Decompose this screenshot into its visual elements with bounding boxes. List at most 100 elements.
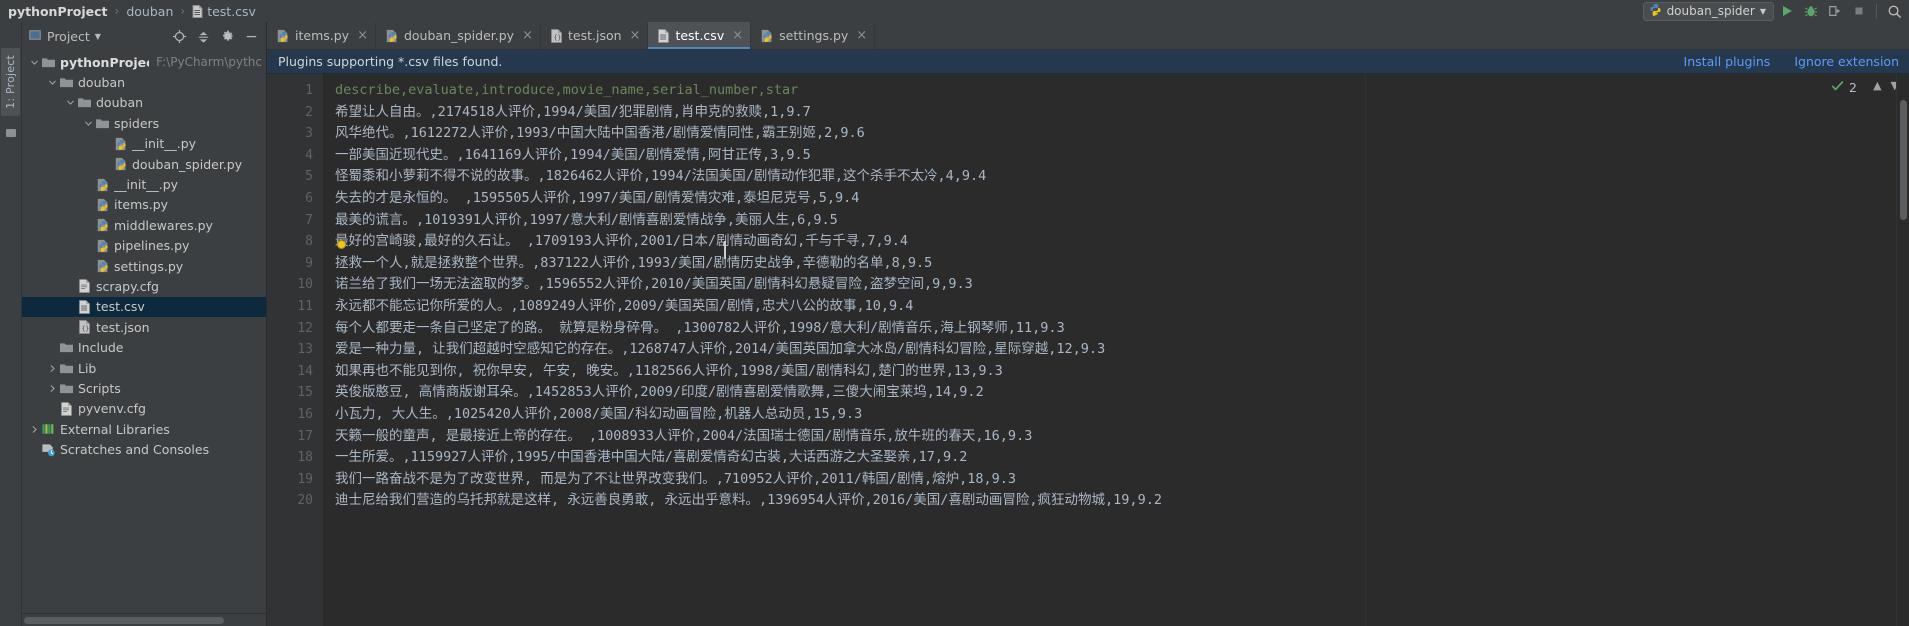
python-file-icon [94, 178, 111, 192]
editor-tab-test-csv[interactable]: test.csv × [648, 22, 752, 49]
settings-gear-icon[interactable] [216, 25, 238, 47]
scrollbar-thumb[interactable] [24, 617, 224, 624]
navbar-toolbar: douban_spider ▼ [1642, 0, 1905, 22]
tree-node-label: douban_spider.py [132, 156, 243, 172]
tree-node-pythonproject[interactable]: pythonProject F:\PyCharm\pythc [22, 52, 266, 72]
chevron-down-icon[interactable] [82, 119, 94, 128]
code-line: 爱是一种力量, 让我们超越时空感知它的存在。,1268747人评价,2014/美… [335, 341, 1106, 358]
breadcrumb-separator: › [114, 4, 120, 18]
tree-node-path: F:\PyCharm\pythc [156, 55, 262, 70]
plugin-notification-bar: Plugins supporting *.csv files found. In… [267, 50, 1909, 74]
tree-node-scripts[interactable]: Scripts [22, 378, 266, 398]
line-number: 18 [297, 450, 313, 466]
python-file-icon [385, 29, 399, 43]
locate-icon[interactable] [168, 25, 190, 47]
breadcrumb-item-project[interactable]: pythonProject [8, 4, 108, 19]
left-tool-window-strip: 1: Project [0, 22, 22, 626]
run-with-coverage-icon[interactable] [1824, 1, 1846, 21]
close-icon[interactable]: × [357, 29, 368, 42]
project-title-label: Project [47, 28, 90, 44]
close-icon[interactable]: × [856, 29, 867, 42]
tree-node-douban[interactable]: douban [22, 72, 266, 92]
tree-node-scratches-and-consoles[interactable]: Scratches and Consoles [22, 439, 266, 459]
run-icon[interactable] [1776, 1, 1798, 21]
tree-node-include[interactable]: Include [22, 337, 266, 357]
tree-node-lib[interactable]: Lib [22, 358, 266, 378]
svg-text:{}: {} [554, 34, 562, 41]
line-number: 17 [297, 428, 313, 444]
code-line: 失去的才是永恒的。 ,1595505人评价,1997/美国/剧情爱情灾难,泰坦尼… [335, 189, 860, 206]
project-horizontal-scrollbar[interactable] [22, 613, 266, 626]
folder-icon [58, 382, 75, 395]
debug-icon[interactable] [1800, 1, 1822, 21]
structure-icon[interactable] [5, 124, 17, 143]
editor-tab-items-py[interactable]: items.py × [267, 22, 376, 49]
scrollbar-thumb[interactable] [1900, 100, 1907, 220]
editor-tab-douban_spider-py[interactable]: douban_spider.py × [376, 22, 541, 49]
run-configuration-label: douban_spider [1666, 4, 1755, 18]
tree-node-douban-spider-py[interactable]: douban_spider.py [22, 154, 266, 174]
chevron-down-icon[interactable] [64, 98, 76, 107]
code-editor[interactable]: 1 2 3 4 5 6 7 8 9 10 11 12 13 14 15 16 17 18 19 20 describe… [267, 74, 1909, 626]
editor-tab-settings-py[interactable]: settings.py × [751, 22, 876, 49]
folder-icon [58, 76, 75, 89]
code-line: describe,evaluate,introduce,movie_name,s… [335, 82, 799, 98]
text-caret [724, 241, 726, 259]
chevron-down-icon[interactable] [46, 78, 58, 87]
line-number: 2 [305, 104, 313, 120]
tree-node-external-libraries[interactable]: External Libraries [22, 419, 266, 439]
chevron-right-icon[interactable] [46, 364, 58, 373]
run-configuration-selector[interactable]: douban_spider ▼ [1642, 1, 1774, 21]
tree-node-init-py[interactable]: __init__.py [22, 134, 266, 154]
tree-node-settings-py[interactable]: settings.py [22, 256, 266, 276]
collapse-all-icon[interactable] [192, 25, 214, 47]
project-tree[interactable]: pythonProject F:\PyCharm\pythc douban douba… [22, 50, 266, 613]
search-everywhere-icon[interactable] [1883, 1, 1905, 21]
line-number: 1 [305, 83, 313, 98]
tree-node-label: test.csv [96, 299, 145, 315]
scratches-icon [40, 443, 57, 457]
hide-icon[interactable] [240, 25, 262, 47]
stop-icon[interactable] [1848, 1, 1870, 21]
inspection-status-widget[interactable]: 2 [1831, 79, 1857, 96]
code-text-area[interactable]: describe,evaluate,introduce,movie_name,s… [323, 74, 1909, 626]
close-icon[interactable]: × [522, 29, 533, 42]
chevron-right-icon[interactable] [28, 425, 40, 434]
tree-node-test-json[interactable]: {} test.json [22, 317, 266, 337]
folder-icon [40, 56, 57, 69]
close-icon[interactable]: × [732, 29, 743, 42]
line-number: 5 [305, 169, 313, 185]
chevron-right-icon[interactable] [46, 384, 58, 393]
tree-node-scrapy-cfg[interactable]: scrapy.cfg [22, 276, 266, 296]
tree-node-pyvenv-cfg[interactable]: pyvenv.cfg [22, 399, 266, 419]
breadcrumb-item-folder[interactable]: douban [126, 4, 173, 19]
tree-node-douban[interactable]: douban [22, 93, 266, 113]
chevron-up-icon[interactable]: ▲ [1873, 79, 1881, 92]
project-window-icon [28, 28, 42, 45]
csv-file-icon [657, 28, 670, 43]
close-icon[interactable]: × [630, 29, 641, 42]
chevron-down-icon[interactable] [28, 58, 40, 67]
tree-node-middlewares-py[interactable]: middlewares.py [22, 215, 266, 235]
project-panel-title[interactable]: Project ▼ [28, 28, 101, 45]
tree-node-items-py[interactable]: items.py [22, 195, 266, 215]
tree-node-spiders[interactable]: spiders [22, 113, 266, 133]
editor-tab-test-json[interactable]: {} test.json × [541, 22, 649, 49]
text-file-icon [58, 401, 75, 416]
line-number: 11 [297, 298, 313, 314]
sidebar-item-project-tab[interactable]: 1: Project [1, 48, 20, 116]
ignore-extension-link[interactable]: Ignore extension [1794, 54, 1899, 69]
editor-vertical-scrollbar[interactable] [1896, 74, 1909, 626]
tree-node-init-py[interactable]: __init__.py [22, 174, 266, 194]
install-plugins-link[interactable]: Install plugins [1684, 54, 1771, 69]
code-line: 我们一路奋战不是为了改变世界, 而是为了不让世界改变我们。,710952人评价,… [335, 470, 1017, 487]
python-file-icon [1649, 3, 1662, 19]
breadcrumb-separator: › [180, 4, 186, 18]
tree-node-pipelines-py[interactable]: pipelines.py [22, 236, 266, 256]
tree-node-label: middlewares.py [114, 217, 213, 233]
tree-node-label: douban [78, 75, 126, 91]
editor-tab-bar[interactable]: items.py × douban_spider.py ×{} test.json × te… [267, 22, 1909, 50]
tree-node-test-csv[interactable]: test.csv [22, 296, 266, 318]
bookmark-icon[interactable] [337, 240, 346, 249]
breadcrumb-item-file[interactable]: test.csv [192, 4, 256, 19]
